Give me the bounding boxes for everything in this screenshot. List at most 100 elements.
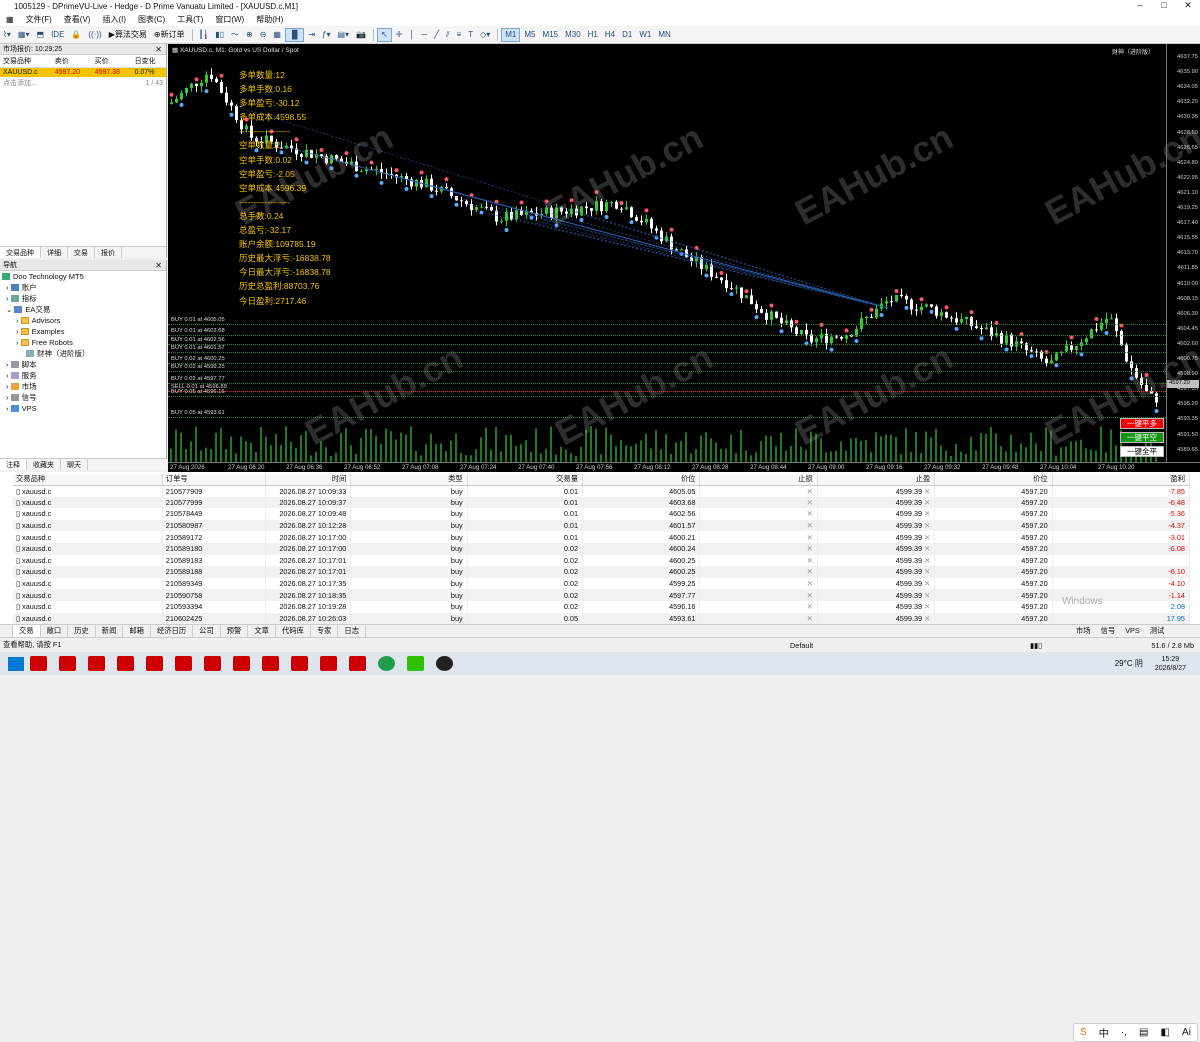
- remove-level-icon[interactable]: ✕: [924, 567, 930, 576]
- tree-item-vps[interactable]: › VPS: [0, 403, 166, 414]
- remove-level-icon[interactable]: ✕: [807, 579, 813, 588]
- close-all-button[interactable]: 一键全平: [1120, 446, 1164, 457]
- tree-item-services[interactable]: › 服务: [0, 370, 166, 381]
- tab-chat[interactable]: 聊天: [61, 459, 88, 470]
- menu-item[interactable]: 插入(I): [96, 14, 132, 25]
- market-icon[interactable]: ⬒: [34, 28, 48, 42]
- terminal-tab[interactable]: 交易: [13, 625, 41, 637]
- remove-level-icon[interactable]: ✕: [924, 521, 930, 530]
- tab-comments[interactable]: 注释: [0, 459, 27, 470]
- signals-icon[interactable]: ((·)): [85, 28, 104, 42]
- qq-icon[interactable]: [436, 656, 453, 671]
- menu-item[interactable]: 文件(F): [20, 14, 58, 25]
- mt5-app-icon[interactable]: [59, 656, 76, 671]
- remove-level-icon[interactable]: ✕: [924, 614, 930, 623]
- remove-level-icon[interactable]: ✕: [924, 533, 930, 542]
- column-header[interactable]: 交易品种: [0, 55, 52, 68]
- indicators-icon[interactable]: ƒ▾: [319, 28, 333, 42]
- position-row[interactable]: ▯ xauusd.c 210589183 2026.08.27 10:17:01 bu…: [13, 554, 1191, 567]
- terminal-tab[interactable]: 代码库: [276, 625, 311, 637]
- terminal-tab[interactable]: 文章: [248, 625, 276, 637]
- timeframe-m1-button[interactable]: M1: [501, 27, 521, 42]
- zoom-in-icon[interactable]: ⊕: [243, 28, 256, 42]
- tab-favorites[interactable]: 收藏夹: [27, 459, 61, 470]
- terminal-tab[interactable]: 专家: [311, 625, 339, 637]
- cursor-icon[interactable]: ↖: [377, 27, 392, 42]
- edge-icon[interactable]: [378, 656, 395, 671]
- screenshot-icon[interactable]: 📷: [353, 28, 369, 42]
- remove-level-icon[interactable]: ✕: [924, 579, 930, 588]
- order-line[interactable]: [168, 417, 1166, 419]
- text-icon[interactable]: T: [465, 28, 476, 42]
- mt5-app-icon[interactable]: [233, 656, 250, 671]
- position-row[interactable]: ▯ xauusd.c 210577909 2026.08.27 10:09:33 bu…: [13, 485, 1191, 497]
- remove-level-icon[interactable]: ✕: [924, 509, 930, 518]
- column-header[interactable]: 价位: [582, 474, 701, 486]
- position-row[interactable]: ▯ xauusd.c 210590758 2026.08.27 10:18:35 bu…: [13, 589, 1191, 601]
- order-line[interactable]: [168, 323, 1166, 325]
- order-line[interactable]: [168, 383, 1166, 385]
- column-header[interactable]: 订单号: [162, 474, 267, 486]
- order-line[interactable]: [168, 344, 1166, 346]
- ime-toolbar[interactable]: S 中 ·, ▤ ◧ Ai: [1073, 1023, 1198, 1042]
- minimize-icon[interactable]: –: [1128, 0, 1152, 11]
- menu-item[interactable]: 工具(T): [171, 14, 209, 25]
- tree-item-indicators[interactable]: › 指标: [0, 293, 166, 304]
- timeframe-h4-button[interactable]: H4: [602, 28, 618, 42]
- timeframe-m30-button[interactable]: M30: [562, 28, 584, 42]
- tree-item-market[interactable]: › 市场: [0, 381, 166, 392]
- remove-level-icon[interactable]: ✕: [924, 591, 930, 600]
- price-chart[interactable]: EAHub.cn EAHub.cn EAHub.cn EAHub.cn EAHu…: [168, 44, 1200, 472]
- tree-item-experts[interactable]: ⌄ EA交易: [0, 304, 166, 315]
- line-chart-icon[interactable]: 〜: [228, 28, 242, 42]
- position-row[interactable]: ▯ xauusd.c 210589180 2026.08.27 10:17:00 bu…: [13, 542, 1191, 555]
- mt5-app-icon[interactable]: [320, 656, 337, 671]
- column-header[interactable]: 日变化: [131, 55, 166, 68]
- candles-icon[interactable]: ▮▯: [212, 28, 227, 42]
- column-header[interactable]: 买价: [91, 55, 132, 68]
- terminal-tab[interactable]: 敞口: [41, 625, 69, 637]
- symbol-row[interactable]: XAUUSD.c 4597.20 4597.38 0.07%: [0, 67, 166, 77]
- shapes-icon[interactable]: ◇▾: [477, 28, 493, 42]
- zoom-out-icon[interactable]: ⊖: [257, 28, 270, 42]
- mt5-app-icon[interactable]: [117, 656, 134, 671]
- remove-level-icon[interactable]: ✕: [807, 567, 813, 576]
- tree-item-advisors[interactable]: › Advisors: [0, 315, 166, 326]
- terminal-tab[interactable]: 历史: [68, 625, 96, 637]
- timeframe-m5-button[interactable]: M5: [521, 28, 538, 42]
- column-header[interactable]: 止盈: [817, 474, 936, 486]
- terminal-tab[interactable]: 公司: [193, 625, 221, 637]
- menu-item[interactable]: 帮助(H): [250, 14, 289, 25]
- remove-level-icon[interactable]: ✕: [924, 487, 930, 496]
- add-symbol-link[interactable]: 点击添加...: [0, 77, 132, 89]
- maximize-icon[interactable]: □: [1152, 0, 1176, 11]
- position-row[interactable]: ▯ xauusd.c 210602425 2026.08.27 10:26:03 bu…: [13, 612, 1191, 625]
- tab-trading[interactable]: 交易: [68, 247, 95, 258]
- remove-level-icon[interactable]: ✕: [807, 602, 813, 611]
- timeframe-w1-button[interactable]: W1: [636, 28, 654, 42]
- close-icon[interactable]: ✕: [155, 45, 162, 54]
- clock[interactable]: 15:29 2026/8/27: [1155, 655, 1186, 673]
- crosshair-icon[interactable]: ✛: [393, 28, 406, 42]
- hline-icon[interactable]: ─: [418, 28, 430, 42]
- remove-level-icon[interactable]: ✕: [924, 602, 930, 611]
- windows-start-icon[interactable]: [8, 656, 24, 671]
- tree-item-signals[interactable]: › 信号: [0, 392, 166, 403]
- new-order-button[interactable]: ⊕ 新订单: [151, 28, 188, 42]
- fibo-icon[interactable]: ≡: [454, 28, 465, 42]
- timeframe-m15-button[interactable]: M15: [540, 28, 562, 42]
- remove-level-icon[interactable]: ✕: [807, 498, 813, 507]
- price-axis[interactable]: 4637.75 4635.90 4634.05 4632.20 4630.35 4628.…: [1166, 44, 1200, 462]
- market-link[interactable]: 市场: [1076, 626, 1091, 636]
- mt5-app-icon[interactable]: [30, 656, 47, 671]
- column-header[interactable]: 时间: [265, 474, 352, 486]
- column-header[interactable]: 类型: [350, 474, 468, 486]
- close-sell-button[interactable]: 一键平空: [1120, 432, 1164, 443]
- bar-chart-icon[interactable]: ┃╽: [196, 28, 212, 42]
- order-line[interactable]: [168, 371, 1166, 373]
- autoscroll-icon[interactable]: ▐▌: [284, 27, 305, 42]
- grid-icon[interactable]: ▦: [270, 28, 284, 42]
- mt5-app-icon[interactable]: [88, 656, 105, 671]
- profiles-icon[interactable]: ▦▾: [15, 28, 33, 42]
- timeframe-h1-button[interactable]: H1: [585, 28, 601, 42]
